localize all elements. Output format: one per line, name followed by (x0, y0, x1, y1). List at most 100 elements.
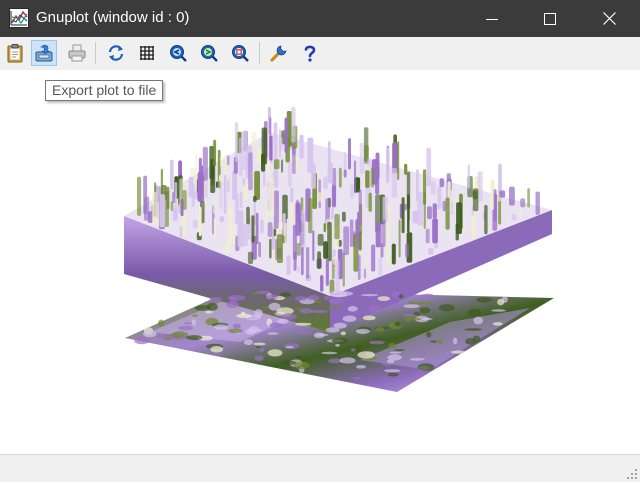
plot-texture-stroke (308, 198, 313, 234)
plot-floor-speckle (255, 346, 262, 349)
plot-floor-speckle (331, 337, 349, 344)
plot-texture-stroke (375, 221, 381, 248)
plot-texture-stroke (227, 179, 230, 193)
toolbar (0, 37, 640, 70)
plot-floor-speckle (491, 309, 506, 312)
plot-floor-speckle (280, 292, 292, 297)
plot-texture-stroke (327, 162, 333, 184)
zoom-forward-button[interactable] (196, 40, 222, 66)
plot-texture-stroke (251, 131, 257, 148)
plot-floor-speckle (267, 332, 279, 335)
options-button[interactable] (266, 40, 292, 66)
plot-texture-stroke (273, 122, 278, 149)
plot-texture-stroke (247, 251, 254, 264)
plot-texture-stroke (423, 191, 426, 229)
plot-floor-speckle (438, 304, 455, 312)
plot-floor-speckle (340, 331, 346, 336)
plot-texture-stroke (291, 107, 296, 143)
toolbar-separator (259, 42, 260, 64)
copy-to-clipboard-button[interactable] (2, 40, 28, 66)
plot-texture-stroke (213, 217, 216, 238)
plot-floor-speckle (497, 298, 505, 306)
plot-texture-stroke (317, 251, 321, 270)
plot-texture-stroke (398, 219, 401, 258)
resize-grip-icon[interactable] (626, 468, 638, 480)
plot-texture-stroke (397, 141, 400, 181)
plot-floor-speckle (476, 297, 493, 303)
plot-floor-speckle (398, 294, 404, 299)
plot-texture-stroke (192, 220, 198, 228)
plot-texture-stroke (223, 174, 227, 215)
plot-floor-speckle (389, 351, 402, 354)
plot-texture-stroke (425, 228, 430, 244)
plot-floor-speckle (390, 303, 403, 309)
plot-texture-stroke (357, 254, 361, 280)
plot-floor-speckle (191, 319, 196, 326)
plot-floor-speckle (309, 310, 328, 313)
plot-floor-speckle (388, 342, 397, 349)
plot-texture-stroke (439, 178, 445, 188)
close-button[interactable] (586, 0, 632, 37)
plot-texture-stroke (334, 214, 340, 240)
plot-texture-stroke (239, 191, 243, 209)
plot-texture-stroke (279, 136, 283, 151)
print-button[interactable] (64, 40, 90, 66)
plot-texture-stroke (535, 191, 540, 215)
unzoom-all-button[interactable] (227, 40, 253, 66)
plot-floor-speckle (294, 361, 310, 370)
plot-floor-speckle (243, 339, 253, 346)
plot-floor-speckle (134, 337, 150, 345)
plot-floor-speckle (394, 321, 402, 327)
minimize-icon (486, 18, 498, 20)
plot-floor-speckle (357, 351, 376, 359)
3d-image-surface-plot[interactable] (0, 70, 640, 454)
grid-icon (140, 46, 154, 60)
plot-texture-stroke (248, 152, 253, 191)
plot-floor-speckle (277, 318, 289, 324)
plot-texture-stroke (253, 195, 257, 203)
plot-texture-stroke (509, 186, 515, 206)
print-icon (68, 44, 86, 62)
export-plot-button[interactable] (31, 40, 57, 66)
plot-texture-stroke (381, 218, 386, 247)
plot-floor-speckle (465, 338, 476, 345)
plot-texture-stroke (296, 203, 301, 223)
plot-floor-speckle (405, 315, 411, 323)
plot-texture-stroke (375, 166, 380, 195)
plot-floor-speckle (227, 328, 243, 334)
toggle-grid-button[interactable] (134, 40, 160, 66)
maximize-button[interactable] (527, 0, 573, 37)
toolbar-separator (95, 42, 96, 64)
plot-texture-stroke (310, 163, 316, 189)
plot-floor-speckle (328, 298, 345, 304)
plot-texture-stroke (225, 242, 231, 254)
plot-texture-stroke (301, 246, 304, 276)
plot-texture-stroke (327, 221, 332, 262)
plot-texture-stroke (151, 191, 157, 226)
plot-floor-speckle (186, 335, 203, 341)
clipboard-icon (7, 44, 23, 63)
plot-floor-speckle (245, 328, 256, 335)
plot-floor-speckle (253, 342, 266, 346)
plot-texture-stroke (297, 266, 301, 274)
plot-floor-speckle (403, 304, 420, 308)
zoom-back-button[interactable] (165, 40, 191, 66)
plot-floor-speckle (464, 328, 483, 331)
plot-floor-speckle (232, 323, 241, 329)
minimize-button[interactable] (469, 0, 515, 37)
plot-floor-speckle (361, 294, 379, 297)
help-button[interactable] (297, 40, 323, 66)
plot-floor-speckle (329, 290, 348, 298)
plot-floor-speckle (414, 371, 425, 378)
tooltip: Export plot to file (45, 80, 164, 101)
plot-floor-speckle (351, 348, 356, 352)
plot-texture-stroke (365, 170, 370, 188)
replot-button[interactable] (103, 40, 129, 66)
plot-floor-speckle (426, 331, 432, 338)
title-bar[interactable]: Gnuplot (window id : 0) (0, 0, 640, 37)
plot-texture-stroke (527, 188, 530, 208)
status-bar (0, 454, 640, 482)
plot-texture-stroke (428, 248, 434, 255)
plot-texture-stroke (327, 141, 331, 165)
plot-floor-speckle (473, 316, 484, 325)
